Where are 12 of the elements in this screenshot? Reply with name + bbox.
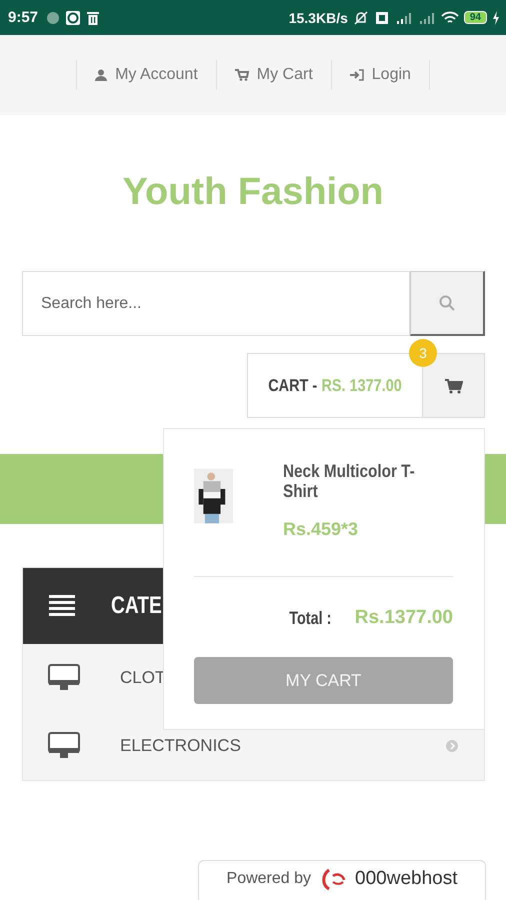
categories-title: CATE	[111, 592, 162, 620]
total-label: Total :	[289, 608, 332, 628]
site-title: Youth Fashion	[121, 171, 385, 215]
cart-count-badge: 3	[409, 339, 437, 367]
product-price: Rs.459*3	[283, 519, 360, 540]
powered-by-text: Powered by	[226, 870, 312, 888]
clock: 9:57	[8, 9, 38, 26]
battery-level: 94	[464, 11, 487, 24]
network-speed: 15.3KB/s	[288, 10, 348, 26]
cart-total: CART - RS. 1377.00	[267, 374, 403, 396]
total-amount: Rs.1377.00	[354, 607, 453, 629]
host-name: 000webhost	[355, 868, 458, 890]
